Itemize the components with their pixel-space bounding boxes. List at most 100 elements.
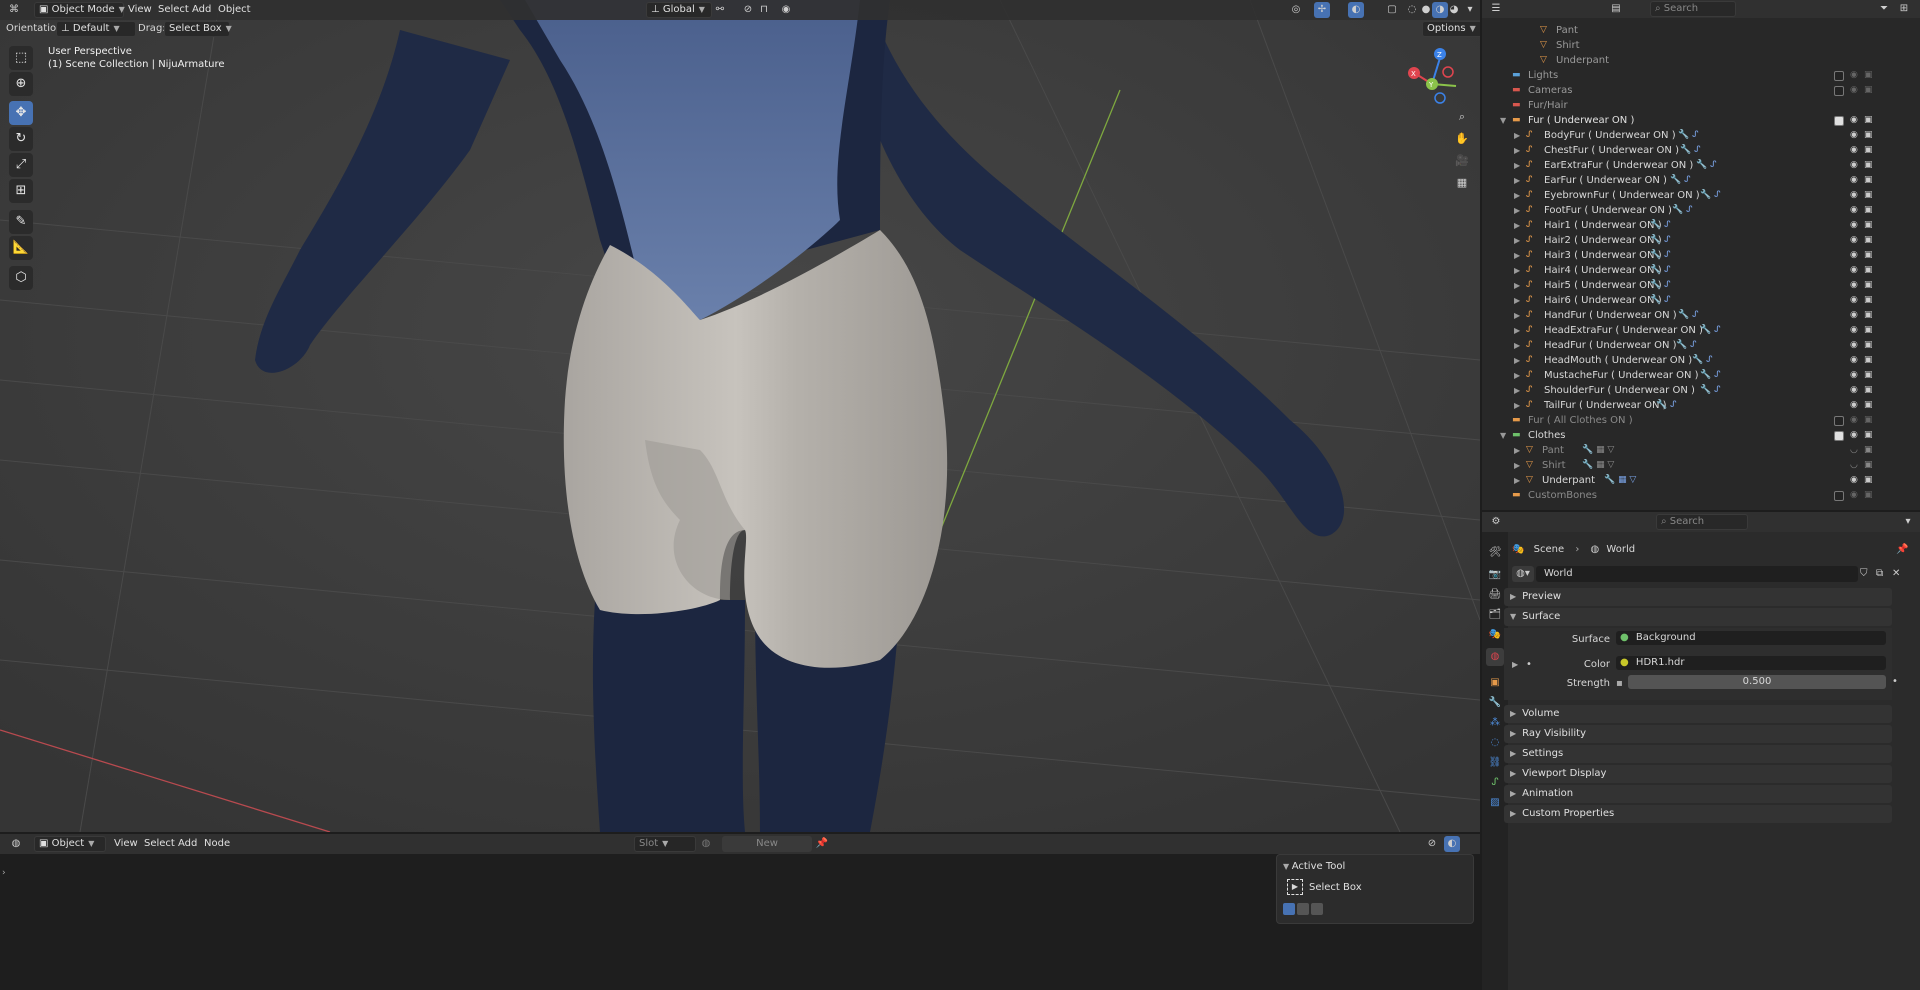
tree-item-pant-top[interactable]: ▽ Pant [1482,23,1912,38]
eye-icon[interactable]: ◉ [1850,323,1858,338]
options-dropdown[interactable]: Options ▼ [1422,21,1480,37]
expand-arrow-icon[interactable]: ▶ [1514,278,1520,293]
view-layer-tab-icon[interactable]: 🗂 [1486,606,1504,624]
expand-arrow-icon[interactable]: ▶ [1514,188,1520,203]
list-item[interactable]: ▶ ᔑ Hair6 ( Underwear ON ) 🔧 ᔑ ◉ ▣ [1482,293,1912,308]
expand-arrow-icon[interactable]: ▼ [1500,428,1506,443]
snap-target-icon[interactable]: ⊓ [756,2,772,18]
clothes-item-pant[interactable]: ▶ ▽ Pant 🔧 ▦ ▽ ◡ ▣ [1482,443,1912,458]
node-editor-type-icon[interactable]: ◍ [8,836,24,852]
new-material-button[interactable]: New [722,836,812,852]
overlay-toggle-icon[interactable]: ◐ [1348,2,1364,18]
expand-arrow-icon[interactable]: ▶ [1514,293,1520,308]
expand-arrow-icon[interactable]: ▼ [1500,113,1506,128]
list-item[interactable]: ▶ ᔑ Hair2 ( Underwear ON ) 🔧 ᔑ ◉ ▣ [1482,233,1912,248]
expand-arrow-icon[interactable]: ▶ [1514,158,1520,173]
display-mode-icon[interactable]: ▤ [1608,1,1624,17]
color-texture-field[interactable]: ● HDR1.hdr [1616,656,1886,670]
overlay-node-icon[interactable]: ◐ [1444,836,1460,852]
eye-icon[interactable]: ◉ [1850,128,1858,143]
camera-icon[interactable]: ▣ [1864,293,1873,308]
list-item[interactable]: ▶ ᔑ HeadExtraFur ( Underwear ON ) 🔧 ᔑ ◉ ▣ [1482,323,1912,338]
gizmo-toggle-icon[interactable]: ✢ [1314,2,1330,18]
editor-type-icon[interactable]: ⌘ [6,2,22,18]
collection-fur-all-clothes[interactable]: ▬ Fur ( All Clothes ON ) ◉ ▣ [1482,413,1912,428]
breadcrumb-world[interactable]: World [1606,544,1635,555]
constraints-tab-icon[interactable]: ⛓ [1486,754,1504,772]
properties-type-icon[interactable]: ⚙ [1488,514,1504,530]
surface-shader-field[interactable]: ● Background [1616,631,1886,645]
exclude-checkbox[interactable] [1834,416,1844,426]
list-item[interactable]: ▶ ᔑ MustacheFur ( Underwear ON ) 🔧 ᔑ ◉ ▣ [1482,368,1912,383]
eye-icon[interactable]: ◉ [1850,173,1858,188]
visibility-icon[interactable]: ◎ [1288,2,1304,18]
collection-clothes[interactable]: ▼ ▬ Clothes ◉ ▣ [1482,428,1912,443]
expand-arrow-icon[interactable]: ▶ [1514,308,1520,323]
eye-icon[interactable]: ◉ [1850,188,1858,203]
list-item[interactable]: ▶ ᔑ HeadMouth ( Underwear ON ) 🔧 ᔑ ◉ ▣ [1482,353,1912,368]
proportional-edit-icon[interactable]: ◉ [778,2,794,18]
expand-arrow-icon[interactable]: ▶ [1514,443,1520,458]
eye-icon[interactable]: ◉ [1850,368,1858,383]
exclude-checkbox[interactable] [1834,86,1844,96]
color-expand-icon[interactable]: ▶ [1512,660,1518,669]
camera-icon[interactable]: ▣ [1864,188,1873,203]
camera-icon[interactable]: ▣ [1864,428,1873,443]
camera-icon[interactable]: ▣ [1864,353,1873,368]
menu-add[interactable]: Add [188,2,215,18]
collection-custom-bones[interactable]: ▬ CustomBones ◉ ▣ [1482,488,1912,503]
eye-icon[interactable]: ◉ [1850,233,1858,248]
eye-icon[interactable]: ◉ [1850,473,1858,488]
eye-icon[interactable]: ◉ [1850,143,1858,158]
eye-icon[interactable]: ◉ [1850,488,1858,503]
camera-icon[interactable]: ▣ [1864,398,1873,413]
zoom-icon[interactable]: ⌕ [1452,107,1472,127]
node-menu-add[interactable]: Add [174,836,201,852]
outliner-type-icon[interactable]: ☰ [1488,1,1504,17]
camera-icon[interactable]: ▣ [1864,248,1873,263]
expand-arrow-icon[interactable]: ▶ [1514,173,1520,188]
eye-icon[interactable]: ◉ [1850,158,1858,173]
pin-icon[interactable]: 📌 [1896,542,1908,558]
panel-settings[interactable]: ▶ Settings [1504,745,1892,763]
camera-icon[interactable]: ▣ [1864,338,1873,353]
properties-search[interactable]: ⌕ Search [1656,514,1748,530]
viewport-scene[interactable] [0,0,1480,832]
list-item[interactable]: ▶ ᔑ EyebrownFur ( Underwear ON ) 🔧 ᔑ ◉ ▣ [1482,188,1912,203]
camera-icon[interactable]: ▣ [1864,113,1873,128]
shading-options-icon[interactable]: ▾ [1462,2,1478,18]
panel-animation[interactable]: ▶ Animation [1504,785,1892,803]
expand-arrow-icon[interactable]: ▶ [1514,203,1520,218]
camera-icon[interactable]: ▣ [1864,68,1873,83]
data-tab-icon[interactable]: ᔑ [1486,774,1504,792]
collection-fur-underwear[interactable]: ▼ ▬ Fur ( Underwear ON ) ◉ ▣ [1482,113,1912,128]
fake-user-icon[interactable]: ⛉ [1860,566,1874,582]
eye-icon[interactable]: ◉ [1850,308,1858,323]
expand-arrow-icon[interactable]: ▶ [1514,398,1520,413]
sidebar-collapse-arrow[interactable]: › [2,868,6,878]
eye-icon[interactable]: ◉ [1850,278,1858,293]
new-collection-icon[interactable]: ⊞ [1896,1,1912,17]
breadcrumb-scene[interactable]: Scene [1534,544,1565,555]
rotate-tool[interactable]: ↻ [9,127,33,151]
expand-arrow-icon[interactable]: ▶ [1514,233,1520,248]
world-browse-icon[interactable]: ◍▾ [1512,566,1534,582]
pan-hand-icon[interactable]: ✋ [1452,129,1472,149]
duplicate-icon[interactable]: ⧉ [1876,566,1890,582]
exclude-checkbox[interactable] [1834,431,1844,441]
move-tool[interactable]: ✥ [9,101,33,125]
panel-preview[interactable]: ▶ Preview [1504,588,1892,606]
snap-node-icon[interactable]: ⊘ [1424,836,1440,852]
list-item[interactable]: ▶ ᔑ ChestFur ( Underwear ON ) 🔧 ᔑ ◉ ▣ [1482,143,1912,158]
add-cube-tool[interactable]: ⬡ [9,266,33,290]
texture-tab-icon[interactable]: ▨ [1486,794,1504,812]
material-browse-icon[interactable]: ◍ [698,836,714,852]
particles-tab-icon[interactable]: ⁂ [1486,714,1504,732]
exclude-checkbox[interactable] [1834,116,1844,126]
slot-dropdown[interactable]: Slot ▼ [634,836,696,852]
panel-custom-properties[interactable]: ▶ Custom Properties [1504,805,1892,823]
panel-viewport-display[interactable]: ▶ Viewport Display [1504,765,1892,783]
output-tab-icon[interactable]: 🖨 [1486,586,1504,604]
outliner-search[interactable]: ⌕ Search [1650,1,1736,17]
measure-tool[interactable]: 📐 [9,236,33,260]
